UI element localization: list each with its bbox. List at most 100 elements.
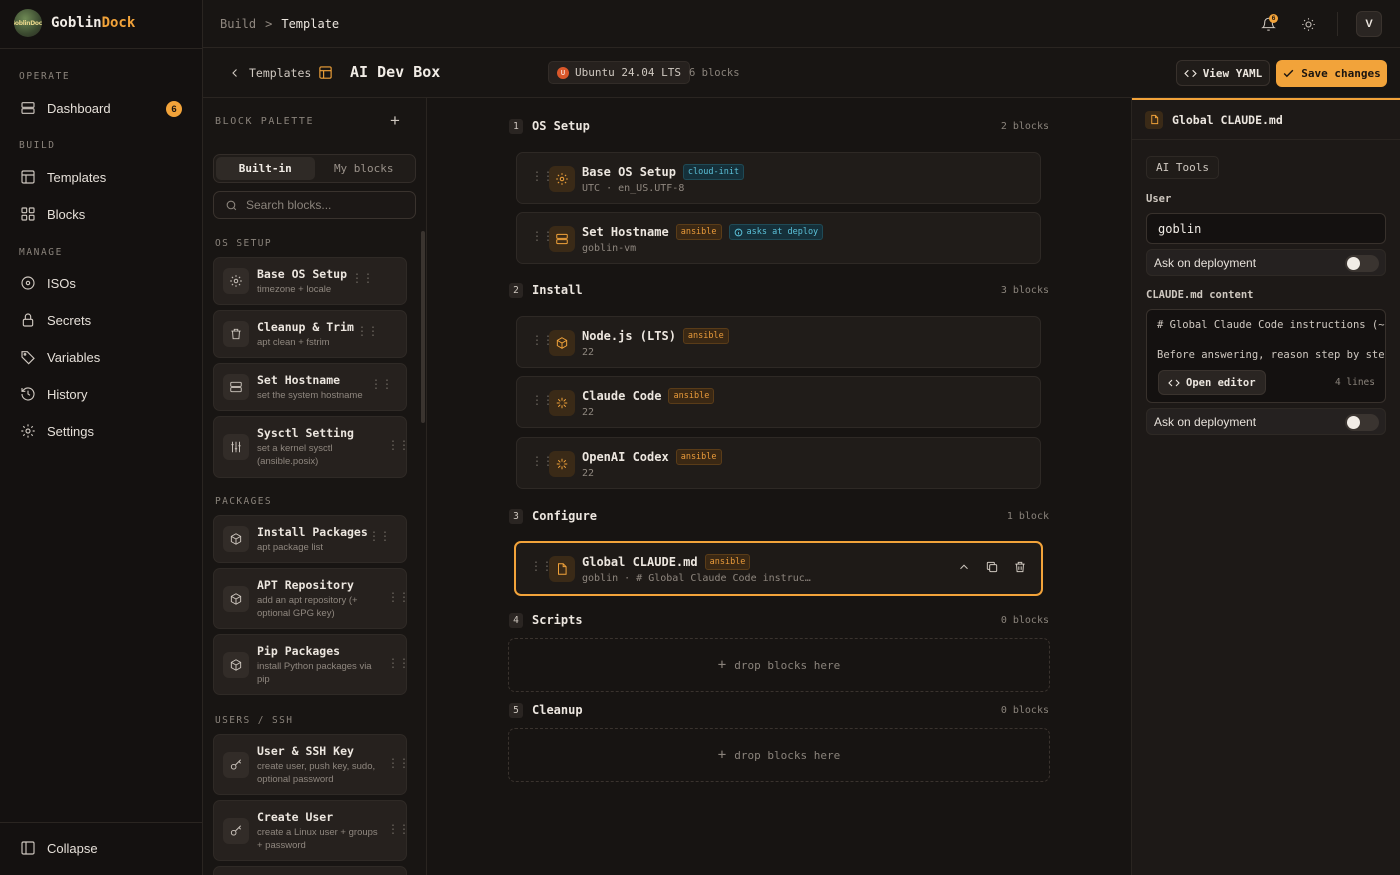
save-changes-button[interactable]: Save changes [1276, 60, 1387, 87]
sidebar-item-variables[interactable]: Variables [12, 342, 192, 372]
sidebar-item-label: History [47, 386, 88, 402]
card-desc: optional GPG key) [257, 608, 335, 619]
drag-handle[interactable]: ⋮⋮ [530, 560, 553, 572]
card-desc: install Python packages via [257, 661, 372, 672]
brand[interactable]: GoblinDock GoblinDock [14, 9, 135, 37]
section-title: Cleanup [532, 703, 583, 717]
section-label-manage: MANAGE [19, 247, 63, 258]
notifications-button[interactable]: 6 [1257, 13, 1279, 35]
drag-handle[interactable]: ⋮⋮ [356, 325, 379, 337]
section-count: 2 blocks [1000, 121, 1049, 132]
card-desc: apt package list [257, 542, 324, 553]
back-to-templates-link[interactable]: Templates [229, 66, 311, 80]
drag-handle[interactable]: ⋮⋮ [531, 170, 554, 182]
sidebar-item-label: Templates [47, 169, 107, 185]
drag-handle[interactable]: ⋮⋮ [387, 591, 410, 603]
drop-text: drop blocks here [734, 658, 841, 672]
palette-tabs: Built-in My blocks [213, 154, 416, 183]
search-input[interactable]: Search blocks... [213, 191, 416, 219]
palette-card-set-hostname[interactable]: Set Hostname set the system hostname ⋮⋮ [213, 363, 407, 411]
add-block-button[interactable]: + [390, 112, 400, 129]
tab-ai-tools[interactable]: AI Tools [1146, 156, 1219, 179]
palette-card-partial[interactable] [213, 866, 407, 875]
card-desc: create user, push key, sudo, [257, 761, 376, 772]
sliders-icon [223, 434, 249, 460]
category-users-ssh: USERS / SSH [215, 715, 294, 726]
drag-handle[interactable]: ⋮⋮ [531, 394, 554, 406]
drag-handle[interactable]: ⋮⋮ [531, 230, 554, 242]
palette-card-sysctl-setting[interactable]: Sysctl Setting set a kernel sysctl (ansi… [213, 416, 410, 478]
sidebar-item-isos[interactable]: ISOs [12, 268, 192, 298]
block-name: OpenAI Codex [582, 450, 669, 464]
drag-handle[interactable]: ⋮⋮ [531, 455, 554, 467]
card-desc: set the system hostname [257, 390, 363, 401]
sidebar-item-label: Variables [47, 349, 101, 365]
drag-handle[interactable]: ⋮⋮ [370, 378, 393, 390]
gear-icon [21, 424, 35, 438]
drag-handle[interactable]: ⋮⋮ [351, 272, 374, 284]
ask-toggle-switch[interactable] [1345, 255, 1379, 272]
theme-toggle-button[interactable] [1297, 13, 1319, 35]
palette-scrollbar[interactable] [421, 231, 425, 423]
sidebar-item-label: Secrets [47, 312, 92, 328]
inspector-title: Global CLAUDE.md [1172, 112, 1283, 127]
chevron-up-icon[interactable] [957, 560, 971, 574]
code-line: Before answering, reason step by step [1157, 349, 1386, 361]
ask-on-deployment-content[interactable]: Ask on deployment [1146, 408, 1386, 435]
palette-card-user-ssh-key[interactable]: User & SSH Key create user, push key, su… [213, 734, 410, 795]
view-yaml-label: View YAML [1202, 66, 1263, 80]
palette-card-install-packages[interactable]: Install Packages apt package list ⋮⋮ [213, 515, 407, 563]
asks-at-deploy-tag: asks at deploy [728, 224, 824, 240]
drag-handle[interactable]: ⋮⋮ [531, 334, 554, 346]
section-label-operate: OPERATE [19, 71, 71, 82]
breadcrumb: Build > Template [220, 17, 339, 31]
sidebar-item-templates[interactable]: Templates [12, 162, 192, 192]
drag-handle[interactable]: ⋮⋮ [387, 757, 410, 769]
ask-on-deployment-user[interactable]: Ask on deployment [1146, 249, 1386, 276]
user-field[interactable]: goblin [1146, 213, 1386, 244]
palette-card-create-user[interactable]: Create User create a Linux user + groups… [213, 800, 410, 861]
sidebar-item-blocks[interactable]: Blocks [12, 199, 192, 229]
sidebar-item-settings[interactable]: Settings [12, 416, 192, 446]
avatar[interactable]: V [1356, 11, 1382, 37]
breadcrumb-build[interactable]: Build [220, 17, 256, 31]
trash-icon[interactable] [1013, 560, 1027, 574]
card-name: Install Packages [257, 525, 368, 539]
block-global-claude-md[interactable]: ⋮⋮ Global CLAUDE.md ansible goblin · # Gl… [514, 541, 1043, 596]
drop-zone-scripts[interactable]: + drop blocks here [508, 638, 1050, 692]
sidebar-item-secrets[interactable]: Secrets [12, 305, 192, 335]
duplicate-icon[interactable] [985, 560, 999, 574]
palette-card-cleanup-trim[interactable]: Cleanup & Trim apt clean + fstrim ⋮⋮ [213, 310, 407, 358]
template-title-bar: Templates AI Dev Box U Ubuntu 24.04 LTS … [203, 48, 1400, 98]
sidebar-item-history[interactable]: History [12, 379, 192, 409]
drop-zone-cleanup[interactable]: + drop blocks here [508, 728, 1050, 782]
dashboard-badge: 6 [166, 101, 182, 117]
block-base-os-setup[interactable]: ⋮⋮ Base OS Setup cloud-init UTC · en_US.U… [516, 152, 1041, 204]
palette-card-base-os-setup[interactable]: Base OS Setup timezone + locale ⋮⋮ [213, 257, 407, 305]
palette-card-pip-packages[interactable]: Pip Packages install Python packages via… [213, 634, 410, 695]
collapse-button[interactable]: Collapse [12, 833, 192, 863]
file-icon [1145, 110, 1163, 129]
block-nodejs-lts[interactable]: ⋮⋮ Node.js (LTS) ansible 22 [516, 316, 1041, 368]
sidebar-item-dashboard[interactable]: Dashboard 6 [12, 93, 192, 123]
ask-toggle-switch[interactable] [1345, 414, 1379, 431]
os-pill[interactable]: U Ubuntu 24.04 LTS [548, 61, 690, 84]
view-yaml-button[interactable]: View YAML [1176, 60, 1270, 86]
drag-handle[interactable]: ⋮⋮ [387, 823, 410, 835]
block-summary: 22 [582, 468, 595, 479]
drag-handle[interactable]: ⋮⋮ [387, 439, 410, 451]
tab-built-in[interactable]: Built-in [216, 157, 315, 180]
gear-icon [549, 166, 575, 192]
breadcrumb-template: Template [281, 17, 340, 31]
card-desc: optional password [257, 774, 334, 785]
block-name: Base OS Setup [582, 165, 676, 179]
claude-md-editor[interactable]: # Global Claude Code instructions (~/.cl… [1146, 309, 1386, 403]
drag-handle[interactable]: ⋮⋮ [387, 657, 410, 669]
drag-handle[interactable]: ⋮⋮ [368, 530, 391, 542]
palette-card-apt-repository[interactable]: APT Repository add an apt repository (+ … [213, 568, 410, 629]
block-set-hostname[interactable]: ⋮⋮ Set Hostname ansible asks at deploy gob… [516, 212, 1041, 264]
open-editor-button[interactable]: Open editor [1158, 370, 1266, 395]
block-claude-code[interactable]: ⋮⋮ Claude Code ansible 22 [516, 376, 1041, 428]
tab-my-blocks[interactable]: My blocks [315, 157, 414, 180]
block-openai-codex[interactable]: ⋮⋮ OpenAI Codex ansible 22 [516, 437, 1041, 489]
